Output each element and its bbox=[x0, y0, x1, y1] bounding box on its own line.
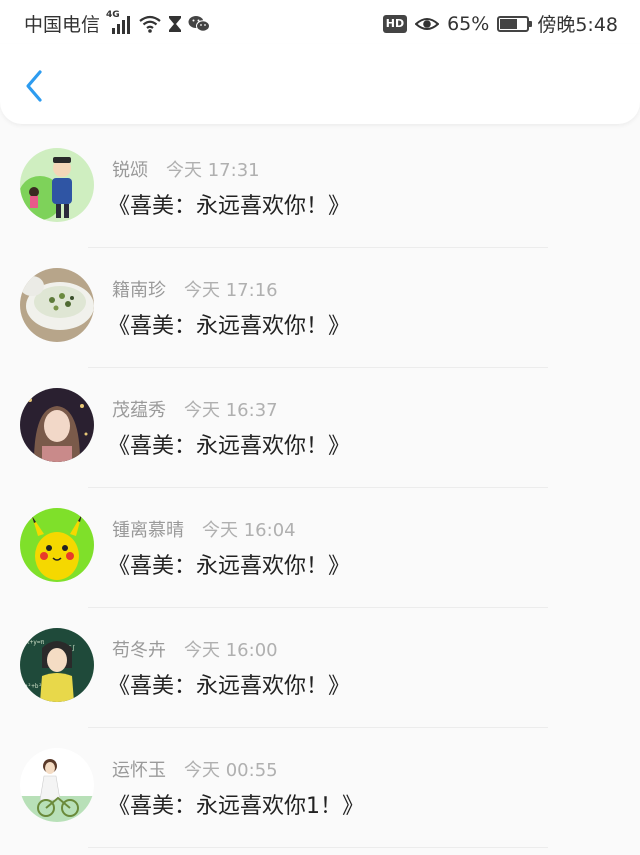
status-bar-right: HD 65% 傍晚5:48 bbox=[382, 10, 618, 37]
comment-time: 今天 16:37 bbox=[184, 400, 278, 421]
list-item[interactable]: 茂蕴秀 今天 16:37 《喜美：永远喜欢你！》 bbox=[0, 368, 640, 488]
battery-level-fill bbox=[500, 18, 518, 29]
comment-meta: 茂蕴秀 今天 16:37 bbox=[112, 396, 278, 422]
battery-icon bbox=[497, 15, 533, 32]
signal-icon: 4G bbox=[106, 10, 132, 34]
avatar[interactable] bbox=[20, 268, 94, 342]
eye-comfort-icon bbox=[415, 15, 440, 33]
user-name[interactable]: 籍南珍 bbox=[112, 276, 166, 302]
hd-badge: HD bbox=[382, 14, 408, 33]
avatar[interactable] bbox=[20, 748, 94, 822]
list-item[interactable]: 籍南珍 今天 17:16 《喜美：永远喜欢你！》 bbox=[0, 248, 640, 368]
nav-header bbox=[0, 44, 640, 124]
list-item[interactable]: 锐颂 今天 17:31 《喜美：永远喜欢你！》 bbox=[0, 128, 640, 248]
comment-time: 今天 17:16 bbox=[184, 280, 278, 301]
comment-list-page: 中国电信 4G HD 65% 傍晚5:48 锐颂 今天 17:31 《喜美：永远… bbox=[0, 0, 640, 855]
list-item[interactable]: 锺离慕晴 今天 16:04 《喜美：永远喜欢你！》 bbox=[0, 488, 640, 608]
comment-meta: 锐颂 今天 17:31 bbox=[112, 156, 260, 182]
avatar[interactable] bbox=[20, 388, 94, 462]
back-button[interactable] bbox=[18, 66, 54, 106]
user-name[interactable]: 运怀玉 bbox=[112, 756, 166, 782]
comment-text: 《喜美：永远喜欢你！》 bbox=[108, 554, 351, 579]
comment-time: 今天 16:00 bbox=[184, 640, 278, 661]
status-bar-left: 中国电信 4G bbox=[24, 10, 211, 37]
comment-text: 《喜美：永远喜欢你！》 bbox=[108, 194, 351, 219]
avatar[interactable]: x+y=π ∑∫ a²+b² bbox=[20, 628, 94, 702]
comment-text: 《喜美：永远喜欢你！》 bbox=[108, 314, 351, 339]
list-item[interactable]: 运怀玉 今天 00:55 《喜美：永远喜欢你1！》 bbox=[0, 728, 640, 848]
comment-meta: 籍南珍 今天 17:16 bbox=[112, 276, 278, 302]
battery-percent: 65% bbox=[447, 12, 490, 35]
user-name[interactable]: 茂蕴秀 bbox=[112, 396, 166, 422]
avatar[interactable] bbox=[20, 148, 94, 222]
comment-list: 锐颂 今天 17:31 《喜美：永远喜欢你！》 籍南珍 今天 17:16 《喜美… bbox=[0, 128, 640, 848]
comment-meta: 锺离慕晴 今天 16:04 bbox=[112, 516, 296, 542]
chevron-left-icon bbox=[26, 70, 42, 102]
comment-text: 《喜美：永远喜欢你！》 bbox=[108, 674, 351, 699]
comment-meta: 苟冬卉 今天 16:00 bbox=[112, 636, 278, 662]
user-name[interactable]: 锐颂 bbox=[112, 156, 148, 182]
clock-time: 傍晚5:48 bbox=[537, 14, 618, 36]
divider bbox=[88, 847, 548, 848]
comment-time: 今天 16:04 bbox=[202, 520, 296, 541]
comment-time: 今天 17:31 bbox=[166, 160, 260, 181]
user-name[interactable]: 苟冬卉 bbox=[112, 636, 166, 662]
network-type: 4G bbox=[106, 9, 120, 20]
wechat-icon bbox=[188, 15, 211, 33]
comment-text: 《喜美：永远喜欢你1！》 bbox=[108, 794, 364, 819]
avatar[interactable] bbox=[20, 508, 94, 582]
comment-meta: 运怀玉 今天 00:55 bbox=[112, 756, 278, 782]
comment-time: 今天 00:55 bbox=[184, 760, 278, 781]
svg-text:x+y=π: x+y=π bbox=[26, 639, 44, 646]
wifi-icon bbox=[138, 14, 162, 34]
status-bar: 中国电信 4G HD 65% 傍晚5:48 bbox=[0, 0, 640, 44]
comment-text: 《喜美：永远喜欢你！》 bbox=[108, 434, 351, 459]
list-item[interactable]: x+y=π ∑∫ a²+b² 苟冬卉 今天 16:00 《喜美：永远喜欢你！》 bbox=[0, 608, 640, 728]
svg-text:a²+b²: a²+b² bbox=[24, 683, 42, 690]
hourglass-icon bbox=[168, 15, 182, 33]
user-name[interactable]: 锺离慕晴 bbox=[112, 516, 184, 542]
carrier-name: 中国电信 bbox=[24, 14, 101, 36]
